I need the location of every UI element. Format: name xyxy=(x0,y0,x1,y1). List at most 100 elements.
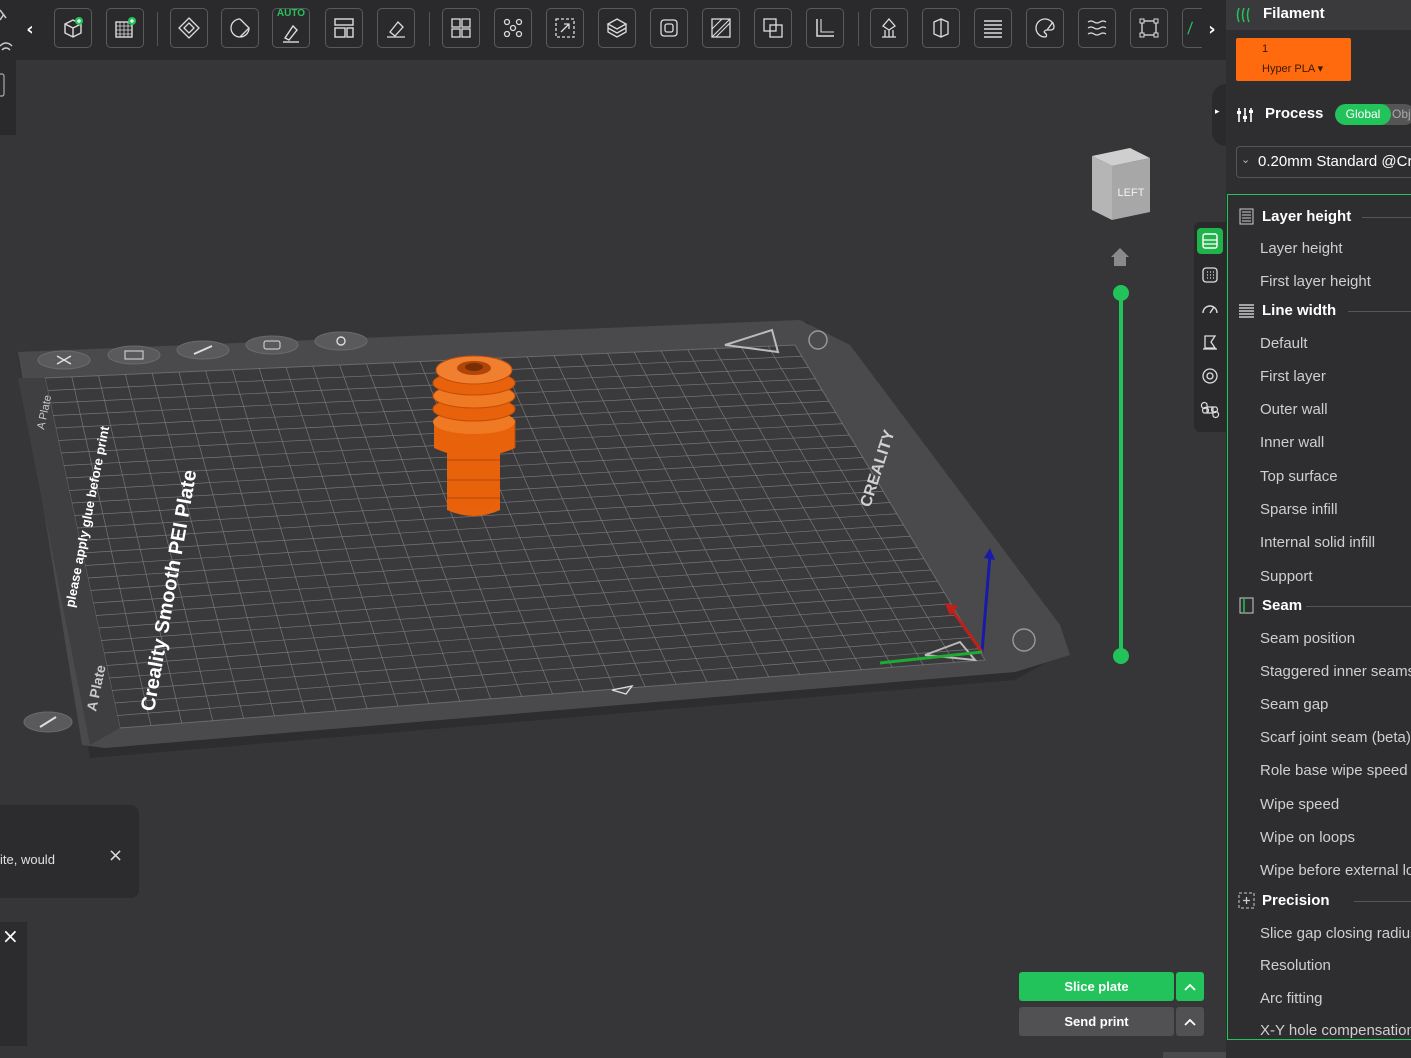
send-print-button[interactable]: Send print xyxy=(1019,1007,1174,1036)
layer-slider[interactable] xyxy=(1110,280,1132,670)
fuzzy-icon[interactable] xyxy=(1078,8,1116,48)
add-object-icon[interactable] xyxy=(54,8,92,48)
option-outer-wall[interactable]: Outer wall xyxy=(1260,401,1328,418)
view-cube[interactable]: LEFT xyxy=(1088,144,1154,224)
layer-icon[interactable] xyxy=(974,8,1012,48)
line-width-icon xyxy=(1239,304,1254,318)
option-arc-fitting[interactable]: Arc fitting xyxy=(1260,990,1323,1007)
filament-slot-1[interactable]: 1 Hyper PLA ▾ xyxy=(1236,38,1351,81)
option-default[interactable]: Default xyxy=(1260,335,1308,352)
layer-slider-bottom-handle[interactable] xyxy=(1113,648,1129,664)
option-scarf-joint-seam[interactable]: Scarf joint seam (beta) xyxy=(1260,729,1411,746)
3d-viewport[interactable]: A Plate A Plate please apply glue before… xyxy=(0,60,1226,1058)
section-layer-height[interactable]: Layer height xyxy=(1228,205,1411,229)
filament-slot-name[interactable]: Hyper PLA ▾ xyxy=(1262,62,1323,75)
toggle-object[interactable]: Obje xyxy=(1392,104,1411,125)
support-icon[interactable] xyxy=(870,8,908,48)
option-inner-wall[interactable]: Inner wall xyxy=(1260,434,1324,451)
view-cube-label: LEFT xyxy=(1118,187,1145,199)
scale-icon[interactable] xyxy=(546,8,584,48)
seam-icon xyxy=(1239,597,1254,614)
target-tool-icon[interactable] xyxy=(1197,363,1223,389)
auto-arrange-icon[interactable]: AUTO xyxy=(272,8,310,48)
section-seam[interactable]: Seam xyxy=(1228,594,1411,618)
toolbar-scroll-left-icon[interactable]: ‹ xyxy=(22,18,38,42)
option-resolution[interactable]: Resolution xyxy=(1260,957,1331,974)
option-top-surface[interactable]: Top surface xyxy=(1260,468,1338,485)
section-precision[interactable]: Precision xyxy=(1228,889,1411,913)
option-staggered-inner-seams[interactable]: Staggered inner seams xyxy=(1260,663,1411,680)
top-toolbar: ‹ AUTO › xyxy=(16,0,1226,60)
layer-height-icon xyxy=(1239,208,1254,225)
option-xy-hole-compensation[interactable]: X-Y hole compensation xyxy=(1260,1022,1411,1039)
process-preset-value: 0.20mm Standard @Cr xyxy=(1258,153,1411,170)
settings-list: Layer height Layer height First layer he… xyxy=(1227,194,1411,1040)
toolbar-separator xyxy=(429,12,430,46)
speed-tool-icon[interactable] xyxy=(1197,296,1223,322)
slice-options-chevron-icon[interactable] xyxy=(1176,972,1204,1001)
option-seam-gap[interactable]: Seam gap xyxy=(1260,696,1328,713)
section-title: Layer height xyxy=(1262,208,1352,225)
section-title: Seam xyxy=(1262,597,1303,614)
option-wipe-on-loops[interactable]: Wipe on loops xyxy=(1260,829,1355,846)
option-wipe-before-external-loop[interactable]: Wipe before external loop xyxy=(1260,862,1411,879)
process-header: Process Global Obje xyxy=(1226,96,1411,132)
measure-icon[interactable] xyxy=(806,8,844,48)
rotate-icon[interactable] xyxy=(221,8,259,48)
notification-text: ite, would xyxy=(0,852,55,867)
option-role-base-wipe-speed[interactable]: Role base wipe speed xyxy=(1260,762,1408,779)
layer-slider-top-handle[interactable] xyxy=(1113,285,1129,301)
bounding-icon[interactable] xyxy=(1130,8,1168,48)
notification-panel: × xyxy=(0,922,27,1046)
side-toolbar xyxy=(1194,222,1226,432)
send-options-chevron-icon[interactable] xyxy=(1176,1007,1204,1036)
support-tool-icon[interactable] xyxy=(1197,329,1223,355)
section-title: Line width xyxy=(1262,302,1337,319)
section-line-width[interactable]: Line width xyxy=(1228,299,1411,323)
filament-icon xyxy=(1236,7,1250,23)
split-objects-icon[interactable] xyxy=(442,8,480,48)
add-plate-icon[interactable] xyxy=(106,8,144,48)
option-internal-solid-infill[interactable]: Internal solid infill xyxy=(1260,534,1375,551)
build-plate: A Plate A Plate please apply glue before… xyxy=(18,320,1070,758)
notification-close-icon-2[interactable]: × xyxy=(2,924,19,948)
paint-icon[interactable] xyxy=(702,8,740,48)
option-slice-gap-closing-radius[interactable]: Slice gap closing radius xyxy=(1260,925,1411,942)
erase-icon[interactable] xyxy=(377,8,415,48)
notification-close-icon[interactable]: × xyxy=(108,845,123,866)
process-preset-dropdown[interactable]: ⌄ 0.20mm Standard @Cr xyxy=(1236,146,1411,178)
option-layer-height[interactable]: Layer height xyxy=(1260,240,1343,257)
process-title: Process xyxy=(1265,105,1324,122)
color-paint-icon[interactable] xyxy=(1026,8,1064,48)
filament-header[interactable]: Filament xyxy=(1226,0,1411,30)
layout-icon[interactable] xyxy=(325,8,363,48)
slice-plate-button[interactable]: Slice plate xyxy=(1019,972,1174,1001)
layers-tool-icon[interactable] xyxy=(1197,228,1223,254)
section-divider xyxy=(1362,217,1411,218)
option-seam-position[interactable]: Seam position xyxy=(1260,630,1355,647)
option-support[interactable]: Support xyxy=(1260,568,1313,585)
boolean-icon[interactable] xyxy=(754,8,792,48)
process-sliders-icon xyxy=(1237,108,1253,122)
split-parts-icon[interactable] xyxy=(494,8,532,48)
seam-icon[interactable] xyxy=(922,8,960,48)
cut-icon[interactable] xyxy=(598,8,636,48)
option-wipe-speed[interactable]: Wipe speed xyxy=(1260,796,1339,813)
filament-title: Filament xyxy=(1263,5,1325,22)
text-icon[interactable] xyxy=(1182,8,1202,48)
command-tool-icon[interactable] xyxy=(1197,397,1223,423)
process-scope-toggle[interactable]: Global Obje xyxy=(1335,104,1411,125)
panel-collapse-handle[interactable]: ▸ xyxy=(1212,84,1226,146)
toolbar-separator xyxy=(157,12,158,46)
orient-icon[interactable] xyxy=(170,8,208,48)
option-first-layer[interactable]: First layer xyxy=(1260,368,1326,385)
option-first-layer-height[interactable]: First layer height xyxy=(1260,273,1371,290)
toggle-global[interactable]: Global xyxy=(1335,104,1391,125)
option-sparse-infill[interactable]: Sparse infill xyxy=(1260,501,1338,518)
texture-tool-icon[interactable] xyxy=(1197,262,1223,288)
hollow-icon[interactable] xyxy=(650,8,688,48)
home-icon[interactable] xyxy=(1108,245,1132,269)
section-divider xyxy=(1306,606,1411,607)
toolbar-scroll-right-icon[interactable]: › xyxy=(1204,18,1220,42)
filament-slot-number: 1 xyxy=(1262,43,1269,55)
